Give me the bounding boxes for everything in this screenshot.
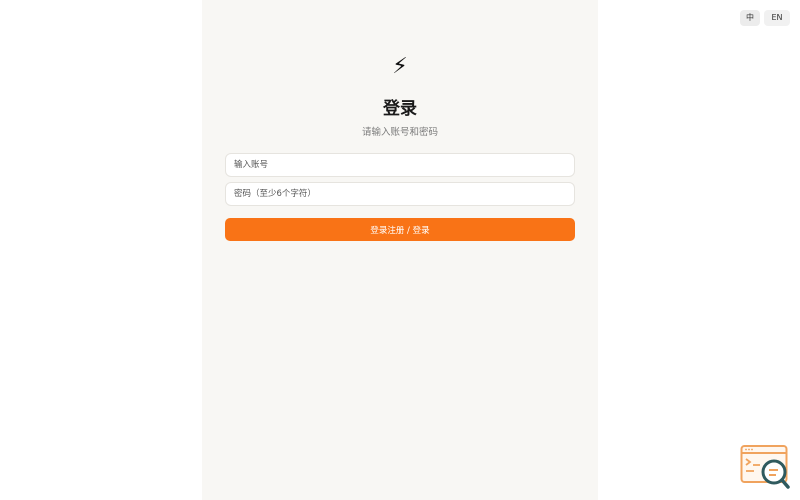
password-input[interactable] bbox=[225, 182, 575, 206]
lang-zh-button[interactable]: 中 bbox=[740, 10, 760, 26]
account-input[interactable] bbox=[225, 153, 575, 177]
lightning-bolt-icon: ⚡ bbox=[392, 54, 408, 79]
lang-en-button[interactable]: EN bbox=[764, 10, 790, 26]
login-button[interactable]: 登录注册 / 登录 bbox=[225, 218, 575, 241]
search-help-icon[interactable] bbox=[740, 444, 792, 490]
page-title: 登录 bbox=[383, 99, 417, 119]
page-subtitle: 请输入账号和密码 bbox=[361, 127, 438, 138]
language-switcher: 中 EN bbox=[740, 10, 790, 26]
